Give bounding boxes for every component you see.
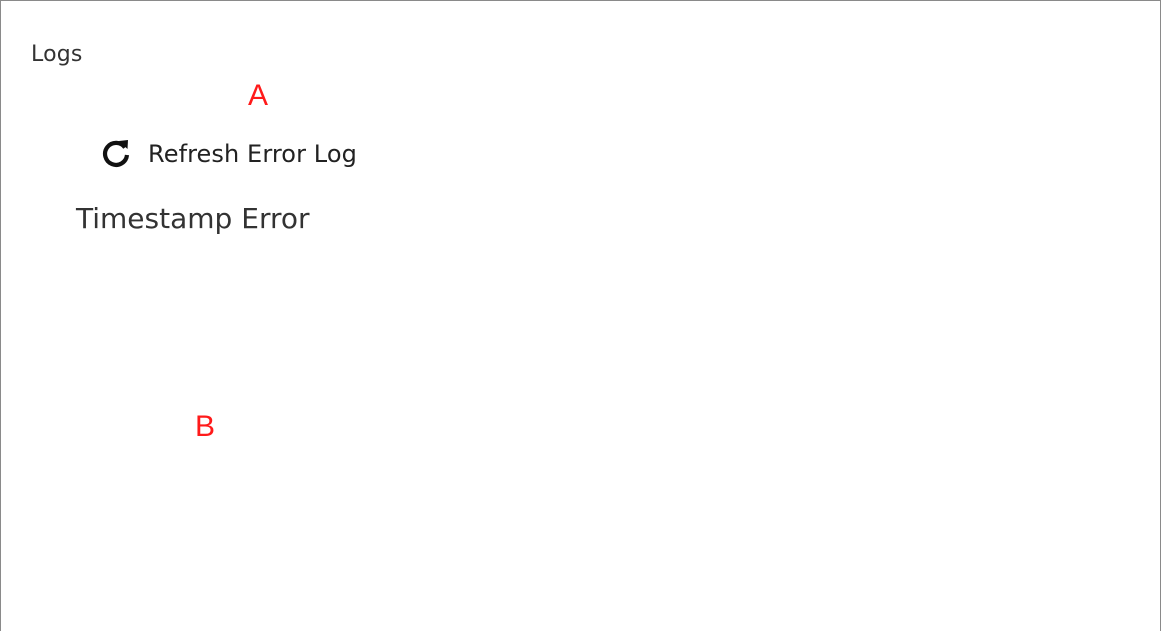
column-header-timestamp: Timestamp [76,202,233,235]
refresh-error-log-label: Refresh Error Log [148,140,357,168]
annotation-marker-a: A [248,79,269,112]
refresh-icon [97,135,135,173]
panel-title: Logs [31,42,83,67]
annotation-marker-b: B [195,410,216,443]
column-header-error: Error [241,202,310,235]
refresh-error-log-button[interactable]: Refresh Error Log [91,133,363,175]
error-log-table-header: Timestamp Error [76,201,310,237]
logs-panel: Logs A Refresh Error Log Timestamp Error… [0,0,1161,631]
